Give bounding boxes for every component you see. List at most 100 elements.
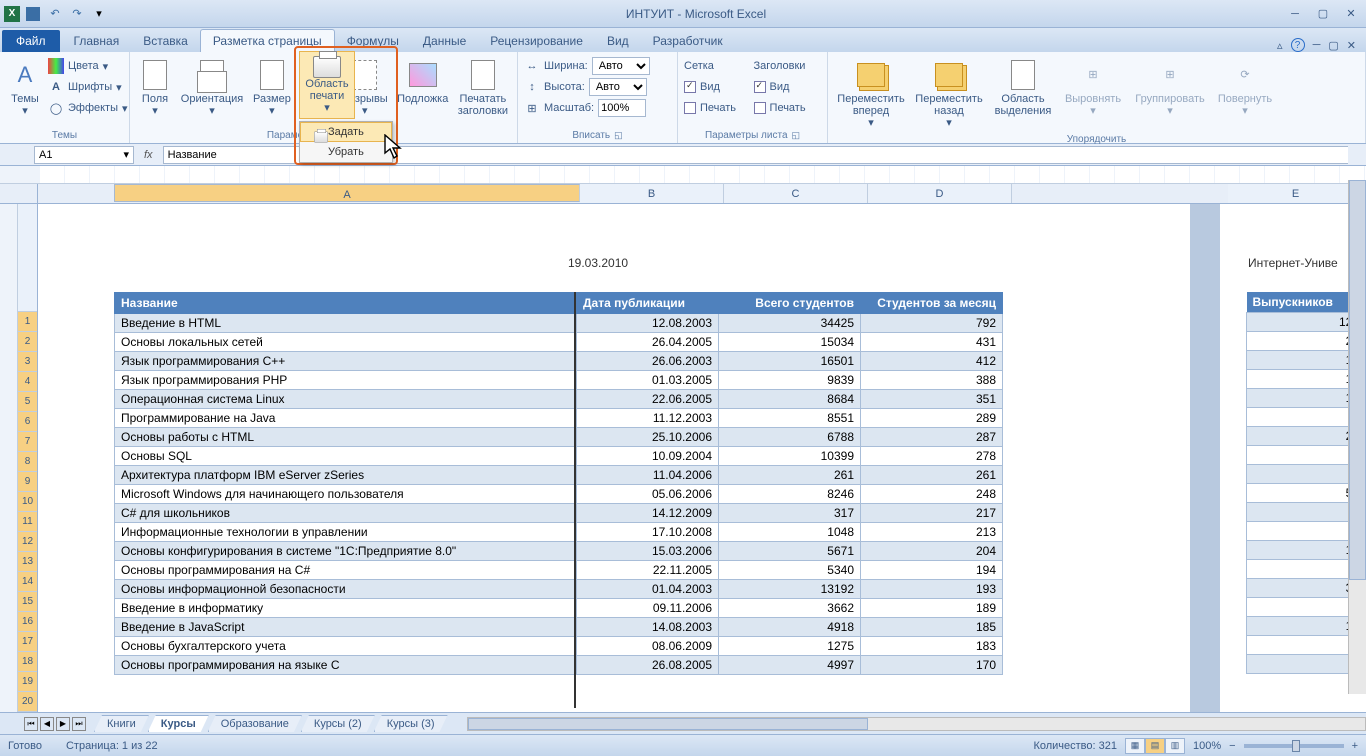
data-table[interactable]: Название Дата публикации Всего студентов… [114, 292, 1003, 675]
table-row[interactable]: Программирование на Java11.12.2003855128… [115, 409, 1003, 428]
qat-more-icon[interactable]: ▾ [90, 5, 108, 23]
tab-next-icon[interactable]: ▶ [56, 717, 70, 731]
row-header[interactable]: 18 [18, 652, 37, 672]
table-row[interactable]: Информационные технологии в управлении17… [115, 523, 1003, 542]
row-header[interactable]: 17 [18, 632, 37, 652]
help-icon[interactable]: ? [1291, 38, 1305, 52]
scale-launcher[interactable]: ◱ [614, 130, 623, 141]
table-row[interactable]: Основы бухгалтерского учета08.06.2009127… [115, 637, 1003, 656]
row-header[interactable]: 6 [18, 412, 37, 432]
col-B[interactable]: B [580, 184, 724, 203]
view-layout-icon[interactable]: ▤ [1145, 738, 1165, 754]
sheet-tab-2[interactable]: Образование [208, 715, 302, 732]
tab-data[interactable]: Данные [411, 30, 478, 52]
rotate-button[interactable]: ⟳Повернуть▾ [1214, 56, 1276, 120]
row-header[interactable]: 8 [18, 452, 37, 472]
row-header[interactable]: 7 [18, 432, 37, 452]
row-header[interactable]: 5 [18, 392, 37, 412]
horizontal-scrollbar[interactable] [467, 717, 1366, 731]
effects-button[interactable]: ◯Эффекты▾ [48, 98, 128, 118]
head-view-check[interactable] [754, 81, 766, 93]
size-button[interactable]: Размер▾ [250, 56, 294, 120]
row-header[interactable]: 12 [18, 532, 37, 552]
row-header[interactable]: 10 [18, 492, 37, 512]
worksheet[interactable]: 19.03.2010 Интернет-Униве Название Дата … [38, 204, 1366, 712]
row-header[interactable]: 16 [18, 612, 37, 632]
printtitles-button[interactable]: Печатать заголовки [455, 56, 511, 120]
bring-forward-button[interactable]: Переместить вперед▾ [834, 56, 908, 132]
tab-home[interactable]: Главная [62, 30, 132, 52]
themes-button[interactable]: A Темы▾ [6, 56, 44, 120]
table-row[interactable]: Язык программирования C++26.06.200316501… [115, 352, 1003, 371]
close-icon[interactable]: ✕ [1340, 5, 1362, 23]
col-D[interactable]: D [868, 184, 1012, 203]
table-row[interactable]: Введение в HTML12.08.200334425792 [115, 314, 1003, 333]
send-backward-button[interactable]: Переместить назад▾ [912, 56, 986, 132]
scale-input[interactable] [598, 99, 646, 117]
row-header[interactable]: 15 [18, 592, 37, 612]
file-tab[interactable]: Файл [2, 30, 60, 52]
select-all-corner[interactable] [0, 184, 38, 203]
row-header[interactable]: 9 [18, 472, 37, 492]
table-row[interactable]: Основы работы с HTML25.10.20066788287 [115, 428, 1003, 447]
tab-first-icon[interactable]: ⏮ [24, 717, 38, 731]
redo-icon[interactable] [68, 5, 86, 23]
row-header[interactable]: 3 [18, 352, 37, 372]
tab-view[interactable]: Вид [595, 30, 641, 52]
ribbon-minimize-icon[interactable]: ▵ [1277, 39, 1283, 52]
sheet-tab-0[interactable]: Книги [94, 715, 149, 732]
th-date[interactable]: Дата публикации [577, 293, 719, 314]
col-C[interactable]: C [724, 184, 868, 203]
table-row[interactable]: Основы программирования на языке C26.08.… [115, 656, 1003, 675]
fx-icon[interactable]: fx [144, 149, 153, 161]
table-row[interactable]: Microsoft Windows для начинающего пользо… [115, 485, 1003, 504]
save-icon[interactable] [24, 5, 42, 23]
minimize-icon[interactable]: ─ [1284, 5, 1306, 23]
selection-pane-button[interactable]: Область выделения [990, 56, 1056, 120]
table-row[interactable]: Введение в информатику09.11.20063662189 [115, 599, 1003, 618]
doc-restore-icon[interactable]: ▢ [1328, 39, 1338, 52]
table-row[interactable]: Основы локальных сетей26.04.200515034431 [115, 333, 1003, 352]
tab-review[interactable]: Рецензирование [478, 30, 595, 52]
view-break-icon[interactable]: ▥ [1165, 738, 1185, 754]
table-row[interactable]: Основы конфигурирования в системе "1С:Пр… [115, 542, 1003, 561]
width-select[interactable]: Авто [592, 57, 650, 75]
group-button[interactable]: ⊞Группировать▾ [1130, 56, 1210, 120]
orientation-button[interactable]: Ориентация▾ [178, 56, 246, 120]
tab-insert[interactable]: Вставка [131, 30, 200, 52]
doc-close-icon[interactable]: ✕ [1347, 39, 1356, 52]
view-normal-icon[interactable]: ▦ [1125, 738, 1145, 754]
row-header[interactable]: 13 [18, 552, 37, 572]
grid-view-check[interactable] [684, 81, 696, 93]
table-row[interactable]: C# для школьников14.12.2009317217 [115, 504, 1003, 523]
row-header[interactable]: 11 [18, 512, 37, 532]
table-row[interactable]: Введение в JavaScript14.08.20034918185 [115, 618, 1003, 637]
col-E[interactable]: E [1228, 184, 1364, 203]
table-row[interactable]: Язык программирования PHP01.03.200598393… [115, 371, 1003, 390]
zoom-out-icon[interactable]: − [1229, 740, 1235, 752]
doc-min-icon[interactable]: ─ [1313, 39, 1321, 51]
th-total[interactable]: Всего студентов [719, 293, 861, 314]
print-area-button[interactable]: Область печати▾ [299, 51, 355, 119]
row-header[interactable]: 2 [18, 332, 37, 352]
table-row[interactable]: Основы программирования на C#22.11.20055… [115, 561, 1003, 580]
grid-print-check[interactable] [684, 102, 696, 114]
margins-button[interactable]: Поля▾ [136, 56, 174, 120]
sheet-tab-3[interactable]: Курсы (2) [301, 715, 375, 732]
sheet-tab-4[interactable]: Курсы (3) [374, 715, 448, 732]
background-button[interactable]: Подложка [395, 56, 451, 108]
tab-last-icon[interactable]: ⏭ [72, 717, 86, 731]
undo-icon[interactable] [46, 5, 64, 23]
align-button[interactable]: ⊞Выровнять▾ [1060, 56, 1126, 120]
row-header[interactable]: 19 [18, 672, 37, 692]
sheet-tab-1[interactable]: Курсы [148, 715, 209, 732]
vertical-scrollbar[interactable] [1348, 180, 1366, 694]
zoom-value[interactable]: 100% [1193, 740, 1221, 752]
zoom-slider[interactable] [1244, 744, 1344, 748]
colors-button[interactable]: Цвета▾ [48, 56, 128, 76]
table-row[interactable]: Основы информационной безопасности01.04.… [115, 580, 1003, 599]
col-A[interactable]: A [114, 184, 580, 202]
print-area-set[interactable]: Задать [300, 122, 392, 142]
name-box[interactable]: A1▾ [34, 146, 134, 164]
table-row[interactable]: Архитектура платформ IBM eServer zSeries… [115, 466, 1003, 485]
